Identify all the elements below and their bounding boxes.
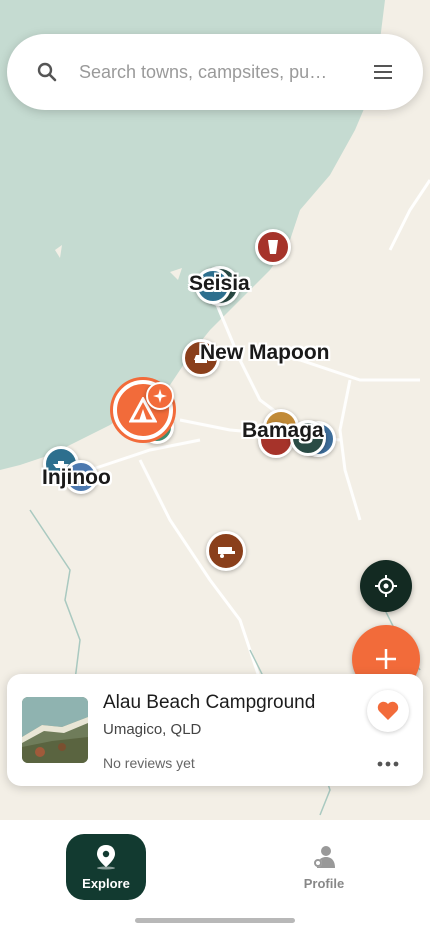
caravan-icon [218, 547, 235, 558]
more-options-button[interactable] [377, 750, 399, 773]
nav-profile-tab[interactable]: Profile [290, 834, 358, 900]
search-bar[interactable]: Search towns, campsites, pu… [7, 34, 423, 110]
map-marker-campground-badge[interactable] [146, 382, 174, 410]
place-card[interactable]: Alau Beach Campground Umagico, QLD No re… [7, 674, 423, 786]
bottom-nav: Explore Profile [0, 820, 430, 930]
town-label-bamaga: Bamaga [242, 419, 324, 442]
town-label-seisia: Seisia [189, 272, 250, 295]
search-icon[interactable] [35, 60, 59, 84]
star-badge-icon [153, 389, 167, 403]
home-indicator [135, 918, 295, 923]
locate-button[interactable] [360, 560, 412, 612]
town-label-injinoo: Injinoo [42, 466, 111, 489]
favorite-button[interactable] [367, 690, 409, 732]
map-marker-south[interactable] [206, 531, 246, 571]
town-label-new-mapoon: New Mapoon [200, 341, 330, 364]
place-reviews: No reviews yet [103, 755, 195, 771]
place-location: Umagico, QLD [103, 721, 202, 738]
cup-icon [268, 240, 278, 254]
map-marker-bar[interactable] [255, 229, 291, 265]
search-input[interactable]: Search towns, campsites, pu… [79, 62, 371, 83]
nav-profile-label: Profile [303, 875, 345, 891]
crosshair-icon [375, 575, 397, 597]
profile-settings-icon [314, 845, 335, 868]
heart-icon [377, 701, 399, 720]
more-icon [377, 761, 399, 767]
nav-explore-label: Explore [82, 875, 130, 891]
place-thumbnail [22, 697, 88, 763]
map-pin-icon [97, 844, 115, 869]
menu-icon[interactable] [371, 60, 395, 84]
plus-icon [376, 649, 396, 669]
nav-explore-tab[interactable]: Explore [66, 834, 146, 900]
place-title[interactable]: Alau Beach Campground [103, 692, 315, 714]
